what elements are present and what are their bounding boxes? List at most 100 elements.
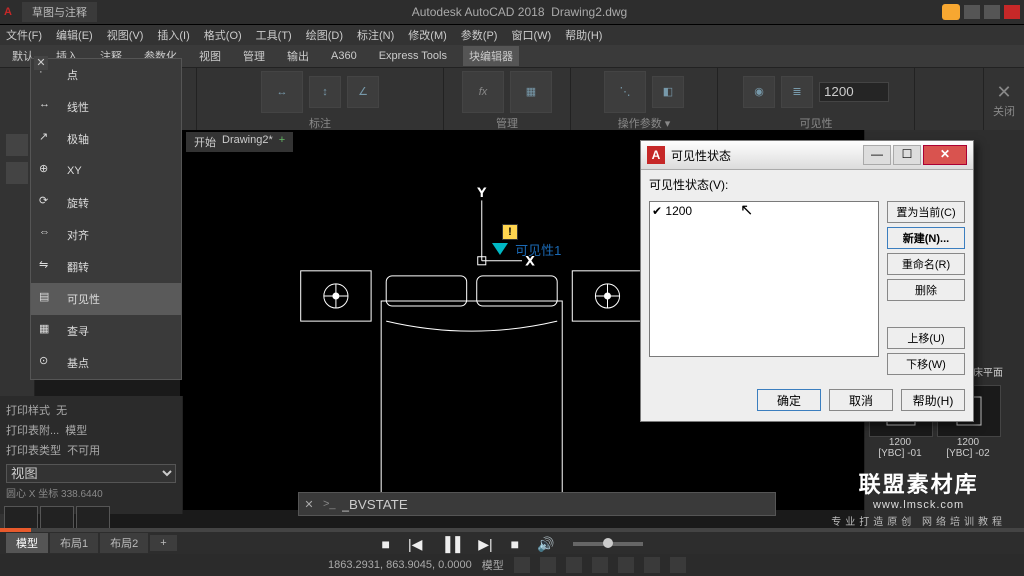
view-select[interactable]: 视图	[6, 464, 176, 483]
visibility-state-input[interactable]	[819, 82, 889, 102]
panel-label-manage: 管理	[496, 115, 518, 131]
drawing-tab-add[interactable]: +	[279, 134, 285, 150]
menu-tools[interactable]: 工具(T)	[256, 27, 292, 43]
flyout-close-icon[interactable]: ✕	[34, 56, 48, 70]
flyout-rotate[interactable]: ⟳旋转	[31, 187, 181, 219]
maximize-button[interactable]	[984, 5, 1000, 19]
command-input[interactable]	[340, 496, 775, 513]
action-icon-2[interactable]: ◧	[652, 76, 684, 108]
minimize-button[interactable]	[964, 5, 980, 19]
ribbon-panel-action: ⋱ ◧ 操作参数 ▾	[571, 68, 718, 132]
menu-edit[interactable]: 编辑(E)	[56, 27, 93, 43]
move-up-button[interactable]: 上移(U)	[887, 327, 965, 349]
menu-format[interactable]: 格式(O)	[204, 27, 242, 43]
dim-linear-icon[interactable]: ↔	[261, 71, 303, 113]
stop-icon[interactable]: ■	[381, 536, 389, 552]
set-current-button[interactable]: 置为当前(C)	[887, 201, 965, 223]
rename-button[interactable]: 重命名(R)	[887, 253, 965, 275]
close-button[interactable]	[1004, 5, 1020, 19]
menu-draw[interactable]: 绘图(D)	[306, 27, 343, 43]
visibility-grip[interactable]: ! 可见性1	[492, 224, 561, 259]
tab-block-editor[interactable]: 块编辑器	[463, 46, 519, 66]
status-icon[interactable]	[592, 557, 608, 573]
flyout-basepoint[interactable]: ⊙基点	[31, 347, 181, 379]
thumb-icon[interactable]	[4, 506, 38, 530]
dim-align-icon[interactable]: ↕	[309, 76, 341, 108]
print-type-row: 打印表类型 不可用	[6, 442, 176, 458]
tab-express[interactable]: Express Tools	[373, 48, 453, 64]
menu-view[interactable]: 视图(V)	[107, 27, 144, 43]
tab-manage[interactable]: 管理	[237, 46, 271, 66]
flyout-point[interactable]: ·点	[31, 59, 181, 91]
flyout-align[interactable]: ⇔对齐	[31, 219, 181, 251]
action-icon[interactable]: ⋱	[604, 71, 646, 113]
status-icon[interactable]	[618, 557, 634, 573]
volume-icon[interactable]: 🔊	[537, 536, 554, 553]
svg-text:Y: Y	[478, 185, 486, 199]
video-controls: ■ |◀ ▐▐ ▶| ■ 🔊	[0, 532, 1024, 556]
tab-view[interactable]: 视图	[193, 46, 227, 66]
flyout-linear[interactable]: ↔线性	[31, 91, 181, 123]
drawing-tab-start[interactable]: 开始	[194, 134, 216, 150]
menu-insert[interactable]: 插入(I)	[157, 27, 189, 43]
ribbon-close-panel[interactable]: ✕ 关闭	[984, 68, 1024, 132]
menu-window[interactable]: 窗口(W)	[511, 27, 551, 43]
basepoint-icon: ⊙	[39, 354, 57, 372]
ok-button[interactable]: 确定	[757, 389, 821, 411]
visibility-icon[interactable]: ◉	[743, 76, 775, 108]
menu-modify[interactable]: 修改(M)	[408, 27, 447, 43]
tab-a360[interactable]: A360	[325, 48, 363, 64]
move-down-button[interactable]: 下移(W)	[887, 353, 965, 375]
rail-icon[interactable]	[6, 162, 28, 184]
dialog-maximize-button[interactable]: ☐	[893, 145, 921, 165]
visibility-grip-icon[interactable]	[492, 243, 508, 255]
dialog-title-bar[interactable]: A 可见性状态 — ☐ ✕	[641, 141, 973, 170]
flyout-visibility[interactable]: ▤可见性	[31, 283, 181, 315]
command-line[interactable]: ✕ >_	[298, 492, 776, 516]
dim-angle-icon[interactable]: ∠	[347, 76, 379, 108]
status-icon[interactable]	[540, 557, 556, 573]
tab-output[interactable]: 输出	[281, 46, 315, 66]
flyout-lookup[interactable]: ▦查寻	[31, 315, 181, 347]
cancel-button[interactable]: 取消	[829, 389, 893, 411]
drawing-tab-file[interactable]: Drawing2*	[222, 134, 273, 150]
thumb-icon[interactable]	[40, 506, 74, 530]
dialog-title: 可见性状态	[671, 147, 731, 164]
stop2-icon[interactable]: ■	[511, 536, 519, 552]
watermark: 联盟素材库 www.lmsck.com 专业打造原创 网络培训教程	[831, 467, 1006, 528]
status-icon[interactable]	[670, 557, 686, 573]
status-icon[interactable]	[566, 557, 582, 573]
fx-icon[interactable]: fx	[462, 71, 504, 113]
status-icon[interactable]	[514, 557, 530, 573]
flyout-flip[interactable]: ⇋翻转	[31, 251, 181, 283]
visibility-state-list[interactable]: ✔ 1200	[649, 201, 879, 357]
cmdline-close-icon[interactable]: ✕	[299, 498, 319, 511]
table-icon[interactable]: ▦	[510, 71, 552, 113]
volume-slider[interactable]	[573, 542, 643, 546]
help-button[interactable]: 帮助(H)	[901, 389, 965, 411]
next-icon[interactable]: ▶|	[478, 536, 492, 553]
dialog-close-button[interactable]: ✕	[923, 145, 967, 165]
dialog-minimize-button[interactable]: —	[863, 145, 891, 165]
menu-file[interactable]: 文件(F)	[6, 27, 42, 43]
list-item[interactable]: ✔ 1200	[652, 204, 876, 218]
rail-icon[interactable]	[6, 134, 28, 156]
menu-help[interactable]: 帮助(H)	[565, 27, 602, 43]
status-icon[interactable]	[644, 557, 660, 573]
new-button[interactable]: 新建(N)...	[887, 227, 965, 249]
thumb-icon[interactable]	[76, 506, 110, 530]
prev-icon[interactable]: |◀	[408, 536, 422, 553]
menu-param[interactable]: 参数(P)	[461, 27, 498, 43]
flyout-xy[interactable]: ⊕XY	[31, 155, 181, 187]
menu-dim[interactable]: 标注(N)	[357, 27, 394, 43]
panel-label-action[interactable]: 操作参数 ▾	[618, 115, 671, 131]
user-avatar-icon[interactable]	[942, 4, 960, 20]
close-editor-icon[interactable]: ✕	[996, 82, 1011, 103]
pause-icon[interactable]: ▐▐	[440, 536, 460, 552]
flyout-polar[interactable]: ↗极轴	[31, 123, 181, 155]
visibility-state-icon[interactable]: ≣	[781, 76, 813, 108]
delete-button[interactable]: 删除	[887, 279, 965, 301]
workspace-tab[interactable]: 草图与注释	[22, 2, 97, 22]
status-mode[interactable]: 模型	[482, 557, 504, 573]
ribbon-panel-dim: ↔ ↕ ∠ 标注	[197, 68, 444, 132]
